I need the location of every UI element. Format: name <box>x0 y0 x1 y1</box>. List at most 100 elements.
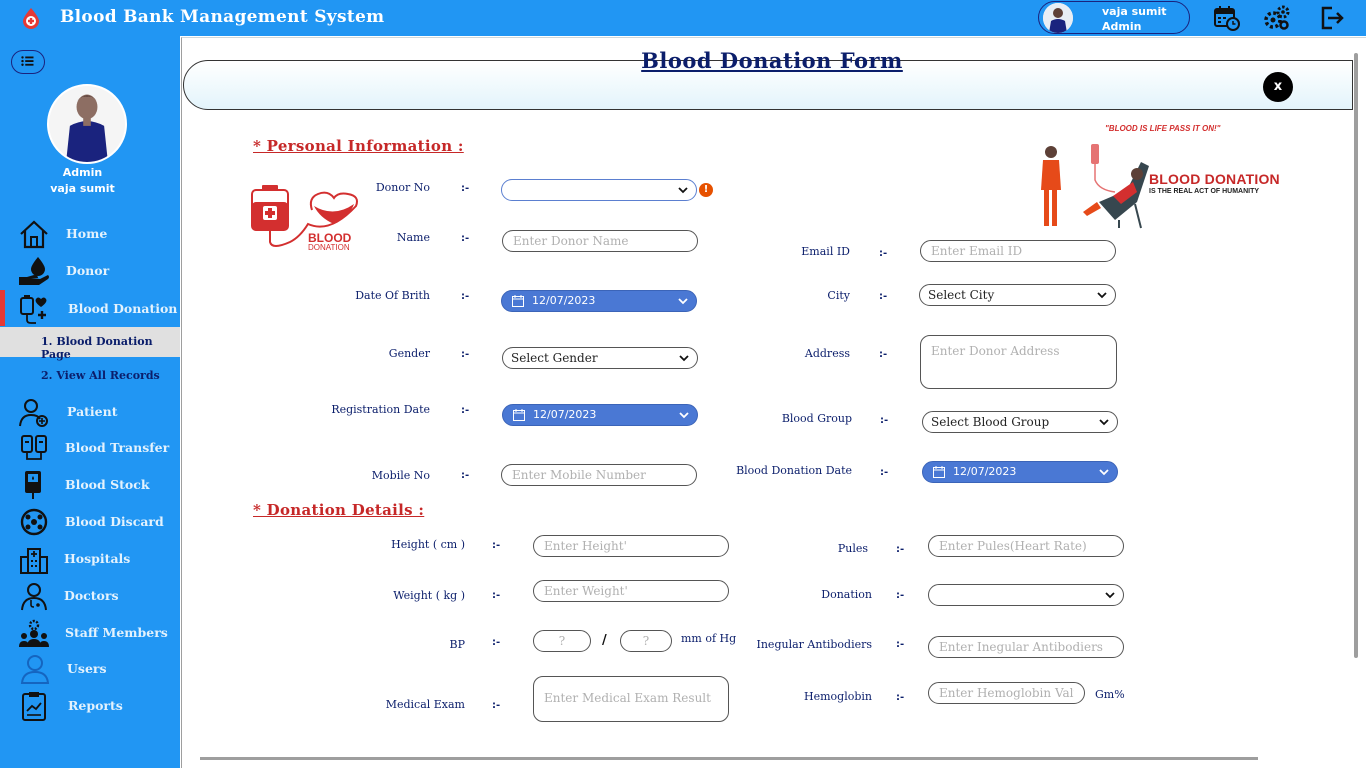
chevron-down-icon <box>1099 469 1109 476</box>
donation-date-label: Blood Donation Date <box>736 464 852 477</box>
user-role: Admin <box>1102 20 1142 33</box>
sidebar-item-label: Patient <box>67 404 118 419</box>
donation-date-picker[interactable]: 12/07/2023 <box>922 461 1118 483</box>
sidebar-item-blood-transfer[interactable]: Blood Transfer <box>0 431 180 465</box>
user-profile-pill[interactable]: vaja sumit Admin <box>1038 1 1190 34</box>
city-select[interactable]: Select City <box>919 284 1116 306</box>
settings-gears-icon[interactable] <box>1263 4 1291 32</box>
sidebar-item-hospitals[interactable]: Hospitals <box>0 542 180 576</box>
sidebar-item-label: Blood Donation <box>68 301 178 316</box>
donation-date-value: 12/07/2023 <box>953 465 1017 478</box>
height-label: Height ( cm ) <box>391 538 465 551</box>
registration-date-picker[interactable]: 12/07/2023 <box>502 404 698 426</box>
height-input[interactable] <box>533 535 729 557</box>
gender-label: Gender <box>388 347 430 360</box>
pules-label: Pules <box>837 542 868 555</box>
antibodies-input[interactable] <box>928 636 1124 658</box>
sidebar-item-label: Staff Members <box>65 625 168 640</box>
bp-label: BP <box>449 638 466 651</box>
blood-transfer-icon <box>21 435 47 460</box>
sidebar-item-label: Blood Discard <box>65 514 164 529</box>
separator: :- <box>461 183 470 194</box>
logo-text-donation: DONATION <box>308 243 350 252</box>
medical-exam-label: Medical Exam <box>385 698 465 711</box>
chevron-down-icon <box>679 412 689 419</box>
address-textarea[interactable] <box>920 335 1117 389</box>
bp-systolic-input[interactable] <box>533 630 591 652</box>
blood-group-value: Select Blood Group <box>931 415 1050 429</box>
horizontal-scrollbar[interactable] <box>200 757 1258 760</box>
mobile-label: Mobile No <box>371 469 430 482</box>
doctor-icon <box>21 583 47 611</box>
chevron-down-icon <box>1099 419 1109 426</box>
donation-details-heading: * Donation Details : <box>253 501 425 519</box>
banner-quote: "BLOOD IS LIFE PASS IT ON!" <box>1105 124 1221 133</box>
separator: :- <box>492 590 501 601</box>
logout-icon[interactable] <box>1318 4 1346 32</box>
blood-group-select[interactable]: Select Blood Group <box>922 411 1118 433</box>
calendar-icon <box>512 295 524 307</box>
blood-stock-icon <box>25 471 41 499</box>
gender-select[interactable]: Select Gender <box>502 347 698 369</box>
donor-name-input[interactable] <box>502 230 698 252</box>
hemoglobin-input[interactable] <box>928 682 1085 704</box>
sidebar-subitem-view-all-records[interactable]: 2. View All Records <box>0 361 180 391</box>
banner-subheading: IS THE REAL ACT OF HUMANITY <box>1149 188 1260 195</box>
hemoglobin-label: Hemoglobin <box>804 690 872 703</box>
dob-label: Date Of Brith <box>355 289 430 302</box>
sidebar-item-blood-donation[interactable]: Blood Donation <box>0 292 180 326</box>
close-button[interactable]: x <box>1263 72 1293 102</box>
form-title: Blood Donation Form <box>641 48 903 73</box>
mobile-input[interactable] <box>501 464 697 486</box>
profile-avatar <box>47 84 127 164</box>
vertical-scrollbar[interactable] <box>1354 53 1358 658</box>
registration-date-label: Registration Date <box>331 403 430 416</box>
separator: :- <box>880 467 889 478</box>
sidebar-subitem-blood-donation-page[interactable]: 1. Blood Donation Page <box>0 327 180 361</box>
donor-no-label: Donor No <box>375 181 430 194</box>
user-avatar <box>1043 3 1073 33</box>
separator: :- <box>461 291 470 302</box>
calendar-clock-icon[interactable] <box>1213 4 1241 32</box>
separator: :- <box>879 248 888 259</box>
donor-no-select[interactable] <box>501 179 697 201</box>
city-label: City <box>827 289 850 302</box>
reports-icon <box>22 692 46 721</box>
medical-exam-textarea[interactable] <box>533 676 729 722</box>
chevron-down-icon <box>1105 592 1115 599</box>
separator: :- <box>492 700 501 711</box>
sidebar-item-reports[interactable]: Reports <box>0 689 180 723</box>
home-icon <box>20 220 48 249</box>
profile-name: vaja sumit <box>50 182 115 195</box>
sidebar-item-home[interactable]: Home <box>0 217 180 251</box>
pules-input[interactable] <box>928 535 1124 557</box>
sidebar-item-label: Doctors <box>64 588 119 603</box>
bp-diastolic-input[interactable] <box>620 630 672 652</box>
menu-toggle-button[interactable] <box>11 50 45 74</box>
sidebar-item-label: Blood Stock <box>65 477 150 492</box>
chevron-down-icon <box>1097 292 1107 299</box>
user-name: vaja sumit <box>1102 5 1167 18</box>
staff-icon <box>19 619 49 647</box>
separator: :- <box>461 470 470 481</box>
separator: :- <box>879 349 888 360</box>
personal-info-heading: * Personal Information : <box>253 137 464 155</box>
dob-date-picker[interactable]: 12/07/2023 <box>501 290 697 312</box>
calendar-icon <box>933 466 945 478</box>
sidebar-item-blood-discard[interactable]: Blood Discard <box>0 505 180 539</box>
blood-discard-icon <box>20 508 48 536</box>
email-input[interactable] <box>920 240 1116 262</box>
sidebar-item-doctors[interactable]: Doctors <box>0 579 180 613</box>
donation-select[interactable] <box>928 584 1124 606</box>
error-icon: ! <box>699 183 713 197</box>
sidebar-item-label: Users <box>67 661 107 676</box>
sidebar-item-staff-members[interactable]: Staff Members <box>0 616 180 650</box>
menu-list-icon <box>21 56 34 66</box>
weight-input[interactable] <box>533 580 729 602</box>
sidebar-item-users[interactable]: Users <box>0 652 180 686</box>
sidebar-item-label: Reports <box>68 698 123 713</box>
sidebar-item-patient[interactable]: Patient <box>0 395 180 429</box>
email-label: Email ID <box>801 245 850 258</box>
sidebar-item-blood-stock[interactable]: Blood Stock <box>0 468 180 502</box>
sidebar-item-donor[interactable]: Donor <box>0 254 180 288</box>
